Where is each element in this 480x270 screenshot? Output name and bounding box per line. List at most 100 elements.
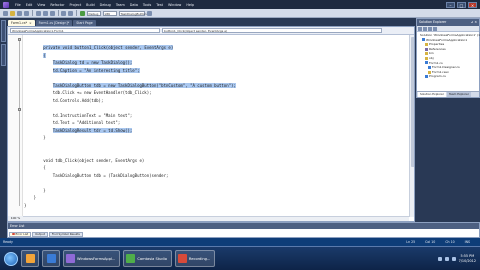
menu-item-refactor[interactable]: Refactor [50,3,64,7]
menu-item-team[interactable]: Team [116,3,125,7]
collapse-toggle-icon[interactable]: − [17,38,21,41]
minimize-button[interactable]: – [446,1,455,8]
menu-item-data[interactable]: Data [130,3,138,7]
server-explorer-tab[interactable] [1,44,6,66]
bottom-tab[interactable]: Error List [9,231,32,237]
code-line[interactable]: TaskDialogButton tdb = (TaskDialogButton… [53,173,169,178]
copy-icon[interactable] [42,10,48,16]
status-bar: Ready Ln 25 Col 10 Ch 10 INS [0,238,480,246]
class-dropdown[interactable]: WindowsFormsApplication1.Form1 [10,28,160,33]
csharp-file-icon [428,65,431,69]
vertical-scrollbar[interactable] [409,35,414,217]
bottom-tab[interactable]: Find Symbol Results [48,231,83,237]
code-line[interactable]: td.Caption = "An interesting title"; [52,67,140,73]
collapse-toggle-icon[interactable]: − [17,108,21,111]
app-icon [177,254,187,263]
new-project-icon[interactable] [3,10,8,16]
clock-time: 5:55 PM [460,254,475,259]
taskbar-app[interactable] [42,250,60,267]
member-dropdown[interactable]: button1_Click(object sender, EventArgs e… [162,28,382,33]
menu-item-window[interactable]: Window [168,3,181,7]
flag-icon[interactable] [451,256,456,261]
maximize-button[interactable]: □ [457,1,466,8]
toolbox-tab[interactable] [1,20,6,42]
code-text-area[interactable]: private void button1_Click(object sender… [24,35,408,221]
pane-tab[interactable]: Solution Explorer [418,92,446,97]
taskbar-app[interactable]: Camtasia Studio [123,250,172,267]
menu-item-help[interactable]: Help [186,3,194,7]
pin-icon[interactable]: ⊿ × [471,19,477,26]
refresh-icon[interactable] [428,26,432,31]
horizontal-scrollbar[interactable] [23,216,409,221]
app-icon [25,254,35,263]
outlining-guide [19,41,20,206]
code-line[interactable]: { [43,165,45,170]
pane-tab[interactable]: Team Explorer [446,92,471,97]
code-line[interactable]: } [43,188,45,193]
close-button[interactable]: × [468,1,477,8]
menu-item-edit[interactable]: Edit [26,3,33,7]
code-editor[interactable]: WindowsFormsApplication1.Form1 button1_C… [7,26,415,222]
code-line[interactable]: tdb.Click += new EventHandler(tdb_Click)… [53,90,152,95]
code-line[interactable]: td.Text = "Additional text"; [53,120,120,125]
save-icon[interactable] [17,10,22,16]
solution-config-dropdown[interactable]: Debug [86,10,101,16]
start-button[interactable] [4,251,18,266]
code-line[interactable]: TaskDialogResult tdr = td.Show(); [52,127,133,133]
code-line[interactable]: TaskDialog td = new TaskDialog(); [52,60,133,65]
folder-icon [425,42,428,46]
volume-icon[interactable] [444,256,449,261]
code-line[interactable]: private void button1_Click(object sender… [43,45,174,50]
view-code-icon[interactable] [433,26,437,31]
taskbar-app[interactable]: Recording... [174,250,216,267]
open-folder-icon[interactable] [10,10,15,16]
menu-item-build[interactable]: Build [86,3,95,7]
properties-icon[interactable] [418,26,422,31]
app-icon [46,254,56,263]
line-number: Ln 25 [406,240,416,244]
find-box[interactable]: TaskDialogButton [118,10,147,16]
toolbar-separator [57,10,58,16]
taskbar-app[interactable] [21,250,39,267]
folder-icon [425,56,428,60]
code-line[interactable]: } [43,135,45,140]
code-line[interactable]: } [24,203,26,208]
code-line[interactable]: } [34,195,36,200]
bottom-tab[interactable]: Output [32,231,48,237]
zoom-level[interactable]: 100 % [8,216,23,221]
platform-dropdown[interactable]: x86 [102,10,117,16]
code-line[interactable]: void tdb_Click(object sender, EventArgs … [43,158,144,163]
menu-item-test[interactable]: Test [156,3,163,7]
menu-item-file[interactable]: File [15,3,21,7]
undo-icon[interactable] [61,10,66,16]
system-tray: 5:55 PM 7/10/2012 [437,254,476,263]
code-line[interactable]: TaskDialogButton tdb = new TaskDialogBut… [52,82,236,88]
menu-item-view[interactable]: View [37,3,45,7]
scroll-thumb[interactable] [410,37,414,167]
csharp-file-icon [425,61,428,65]
code-line[interactable]: td.InstructionText = "Main text"; [53,113,132,118]
code-line[interactable]: { [43,52,46,58]
start-debugging-icon[interactable] [79,10,85,16]
solution-explorer-header: Solution Explorer ⊿ × [417,19,479,26]
menu-item-tools[interactable]: Tools [143,3,151,7]
menu-item-debug[interactable]: Debug [100,3,111,7]
redo-icon[interactable] [68,10,73,16]
window-controls: – □ × [446,1,477,8]
bottom-tab-label: Error List [15,231,29,236]
clock[interactable]: 5:55 PM 7/10/2012 [459,254,476,262]
panel-title: Error List [8,223,479,229]
find-icon[interactable] [146,10,152,16]
taskbar-app[interactable]: WindowsFormsAppl... [63,250,121,267]
paste-icon[interactable] [49,10,55,16]
tree-item[interactable]: Program.cs [419,74,479,79]
cut-icon[interactable] [35,10,41,16]
windows-taskbar: WindowsFormsAppl... Camtasia Studio Record… [0,246,480,270]
show-all-files-icon[interactable] [423,26,427,31]
document-tabs: Form1.cs* × Form1.cs [Design]* Start Page [7,18,415,26]
code-line[interactable]: td.Controls.Add(tdb); [53,98,104,103]
network-icon[interactable] [437,256,442,261]
save-all-icon[interactable] [24,10,29,16]
menu-item-project[interactable]: Project [70,3,82,7]
insert-mode: INS [464,240,470,244]
